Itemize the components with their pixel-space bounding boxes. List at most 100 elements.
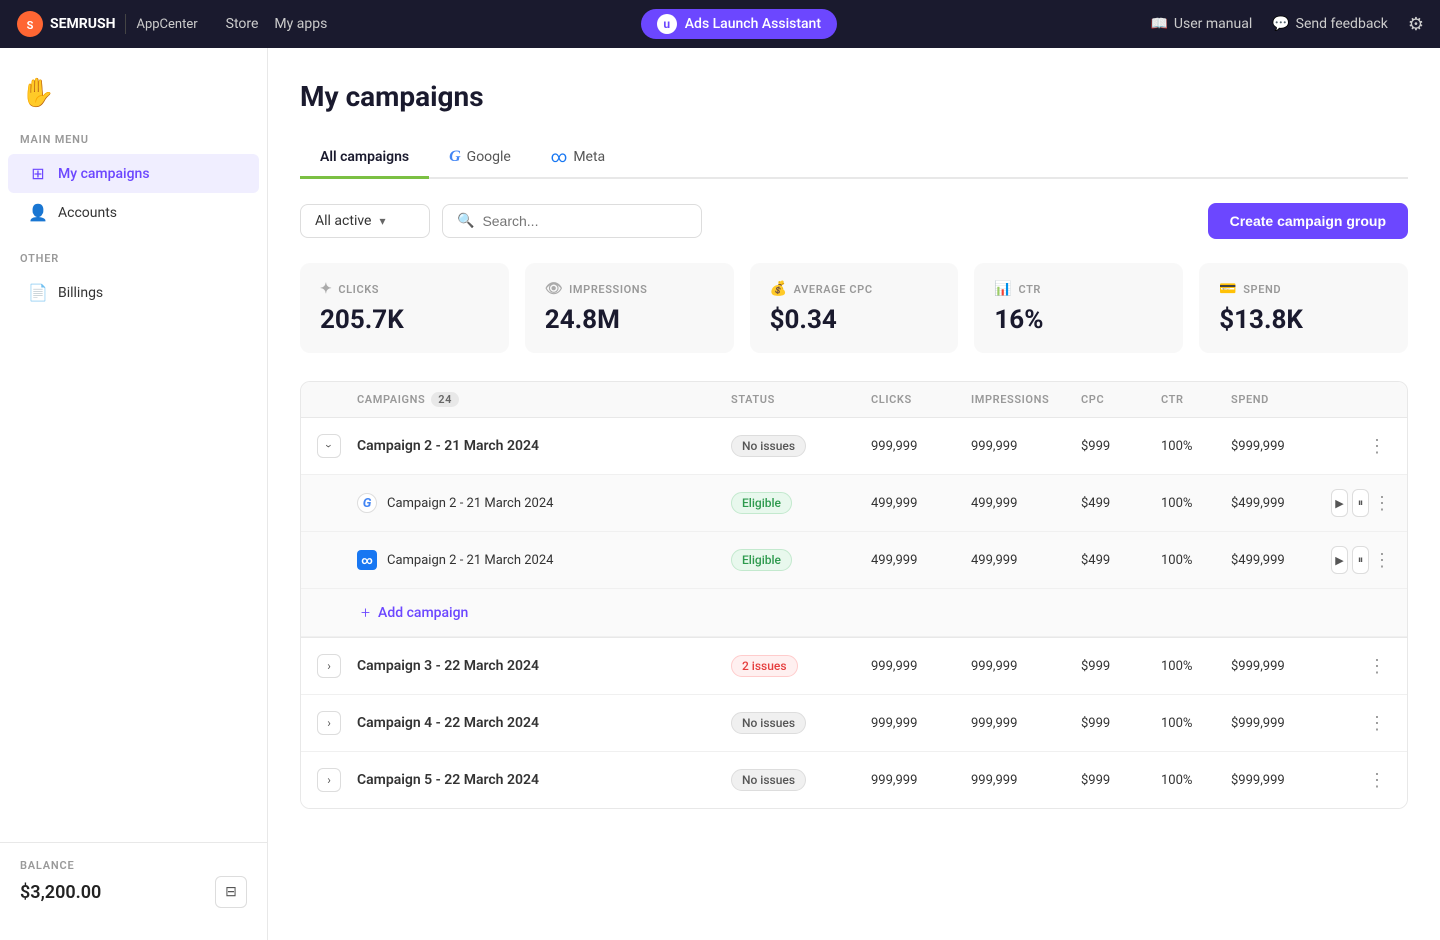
store-link[interactable]: Store bbox=[226, 16, 259, 32]
campaigns-table: CAMPAIGNS 24 STATUS CLICKS IMPRESSIONS C… bbox=[300, 381, 1408, 809]
tab-all-campaigns[interactable]: All campaigns bbox=[300, 137, 429, 179]
balance-icon-btn[interactable]: ⊟ bbox=[215, 876, 247, 908]
sub-row-ctr: 100% bbox=[1161, 553, 1231, 568]
th-cpc: CPC bbox=[1081, 392, 1161, 407]
sidebar-item-my-campaigns[interactable]: ⊞ My campaigns bbox=[8, 154, 259, 193]
sub-row-actions: ▶ ⏸ ⋮ bbox=[1331, 489, 1391, 517]
avg-cpc-stat-value: $0.34 bbox=[770, 305, 939, 335]
tab-meta-label: Meta bbox=[573, 149, 605, 165]
accounts-icon: 👤 bbox=[28, 203, 48, 222]
more-options-button[interactable]: ⋮ bbox=[1363, 652, 1391, 680]
sub-row-name: G Campaign 2 - 21 March 2024 bbox=[357, 493, 731, 513]
brand-divider bbox=[125, 14, 126, 34]
th-expand bbox=[317, 392, 357, 407]
chevron-down-icon: ▾ bbox=[379, 214, 385, 228]
row-impressions: 999,999 bbox=[971, 659, 1081, 674]
row-expand-btn[interactable]: › bbox=[317, 711, 357, 735]
row-spend: $999,999 bbox=[1231, 659, 1331, 674]
clicks-stat-label: CLICKS bbox=[338, 283, 379, 296]
row-expand-btn[interactable]: › bbox=[317, 654, 357, 678]
search-input[interactable] bbox=[482, 213, 687, 229]
row-actions: ⋮ bbox=[1331, 652, 1391, 680]
avg-cpc-stat-label: AVERAGE CPC bbox=[794, 283, 873, 296]
app-pill-container: u Ads Launch Assistant bbox=[347, 9, 1130, 39]
sub-row-spend: $499,999 bbox=[1231, 553, 1331, 568]
stats-row: ✦ CLICKS 205.7K 👁 IMPRESSIONS 24.8M 💰 AV… bbox=[300, 263, 1408, 353]
semrush-brand[interactable]: S SEMRUSH AppCenter bbox=[16, 10, 198, 38]
tab-google[interactable]: G Google bbox=[429, 137, 531, 179]
top-navigation: S SEMRUSH AppCenter Store My apps u Ads … bbox=[0, 0, 1440, 48]
settings-icon[interactable]: ⚙ bbox=[1408, 14, 1424, 35]
impressions-stat-label: IMPRESSIONS bbox=[569, 283, 647, 296]
more-options-button[interactable]: ⋮ bbox=[1363, 432, 1391, 460]
row-status: No issues bbox=[731, 435, 871, 457]
create-campaign-group-button[interactable]: Create campaign group bbox=[1208, 203, 1408, 239]
row-spend: $999,999 bbox=[1231, 716, 1331, 731]
th-clicks: CLICKS bbox=[871, 392, 971, 407]
search-box[interactable]: 🔍 bbox=[442, 204, 702, 238]
toolbar: All active ▾ 🔍 Create campaign group bbox=[300, 203, 1408, 239]
billings-icon: 📄 bbox=[28, 283, 48, 302]
app-pill-icon: u bbox=[657, 14, 677, 34]
row-expand-btn[interactable]: › bbox=[317, 768, 357, 792]
sub-row-clicks: 499,999 bbox=[871, 553, 971, 568]
sub-row-actions: ▶ ⏸ ⋮ bbox=[1331, 546, 1391, 574]
add-campaign-label: Add campaign bbox=[378, 605, 468, 621]
sidebar-item-accounts[interactable]: 👤 Accounts bbox=[8, 193, 259, 232]
th-status: STATUS bbox=[731, 392, 871, 407]
more-options-button[interactable]: ⋮ bbox=[1363, 709, 1391, 737]
hand-logo-icon: ✋ bbox=[20, 76, 247, 109]
sidebar-logo: ✋ bbox=[0, 64, 267, 133]
sub-row-spend: $499,999 bbox=[1231, 496, 1331, 511]
row-cpc: $999 bbox=[1081, 773, 1161, 788]
more-options-button[interactable]: ⋮ bbox=[1373, 546, 1391, 574]
stat-avg-cpc: 💰 AVERAGE CPC $0.34 bbox=[750, 263, 959, 353]
row-status: 2 issues bbox=[731, 655, 871, 677]
search-icon: 🔍 bbox=[457, 213, 474, 229]
row-spend: $999,999 bbox=[1231, 439, 1331, 454]
play-button[interactable]: ▶ bbox=[1331, 489, 1348, 517]
stat-spend: 💳 SPEND $13.8K bbox=[1199, 263, 1408, 353]
app-pill[interactable]: u Ads Launch Assistant bbox=[641, 9, 837, 39]
status-badge: Eligible bbox=[731, 492, 792, 514]
home-icon: ⊞ bbox=[28, 164, 48, 183]
send-feedback-link[interactable]: 💬 Send feedback bbox=[1272, 16, 1388, 32]
row-status: No issues bbox=[731, 712, 871, 734]
sub-row-impressions: 499,999 bbox=[971, 553, 1081, 568]
row-clicks: 999,999 bbox=[871, 439, 971, 454]
stat-ctr: 📊 CTR 16% bbox=[974, 263, 1183, 353]
pause-button[interactable]: ⏸ bbox=[1352, 489, 1369, 517]
clicks-stat-icon: ✦ bbox=[320, 281, 332, 297]
sub-row-clicks: 499,999 bbox=[871, 496, 971, 511]
row-expand-btn[interactable]: › bbox=[317, 434, 357, 458]
svg-text:S: S bbox=[27, 19, 34, 32]
play-button[interactable]: ▶ bbox=[1331, 546, 1348, 574]
ctr-stat-value: 16% bbox=[994, 305, 1163, 335]
row-campaign-name: Campaign 2 - 21 March 2024 bbox=[357, 438, 731, 454]
table-row: › Campaign 2 - 21 March 2024 No issues 9… bbox=[301, 418, 1407, 475]
impressions-stat-icon: 👁 bbox=[545, 281, 563, 297]
row-clicks: 999,999 bbox=[871, 659, 971, 674]
my-apps-link[interactable]: My apps bbox=[274, 16, 327, 32]
filter-dropdown[interactable]: All active ▾ bbox=[300, 204, 430, 238]
row-clicks: 999,999 bbox=[871, 773, 971, 788]
add-campaign-row[interactable]: + Add campaign bbox=[301, 589, 1407, 637]
stat-impressions: 👁 IMPRESSIONS 24.8M bbox=[525, 263, 734, 353]
table-row: › Campaign 3 - 22 March 2024 2 issues 99… bbox=[301, 637, 1407, 695]
user-manual-link[interactable]: 📖 User manual bbox=[1150, 16, 1252, 32]
status-badge: 2 issues bbox=[731, 655, 798, 677]
main-menu-label: MAIN MENU bbox=[0, 133, 267, 154]
row-actions: ⋮ bbox=[1331, 709, 1391, 737]
balance-value: $3,200.00 bbox=[20, 882, 101, 903]
row-cpc: $999 bbox=[1081, 439, 1161, 454]
sidebar-item-billings[interactable]: 📄 Billings bbox=[8, 273, 259, 312]
tab-meta[interactable]: ∞ Meta bbox=[531, 137, 625, 179]
more-options-button[interactable]: ⋮ bbox=[1363, 766, 1391, 794]
pause-button[interactable]: ⏸ bbox=[1352, 546, 1369, 574]
more-options-button[interactable]: ⋮ bbox=[1373, 489, 1391, 517]
row-ctr: 100% bbox=[1161, 773, 1231, 788]
avg-cpc-stat-icon: 💰 bbox=[770, 281, 788, 297]
table-row: G Campaign 2 - 21 March 2024 Eligible 49… bbox=[301, 475, 1407, 532]
campaign-tabs: All campaigns G Google ∞ Meta bbox=[300, 137, 1408, 179]
row-cpc: $999 bbox=[1081, 716, 1161, 731]
